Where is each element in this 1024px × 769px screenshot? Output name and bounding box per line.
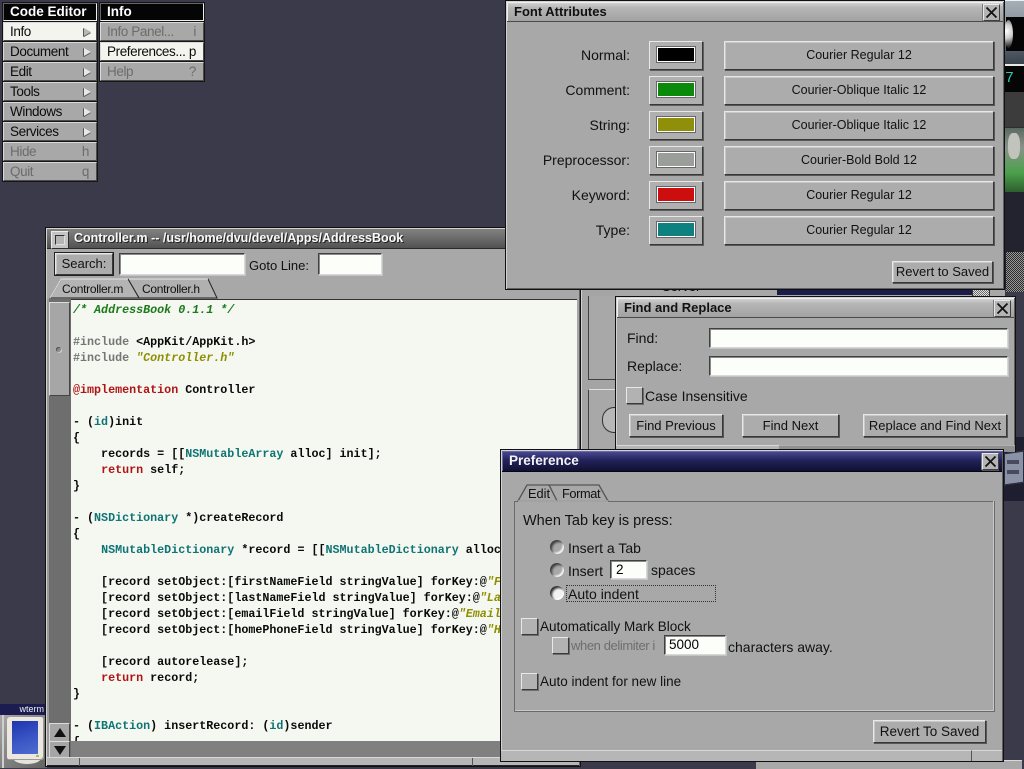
svg-text:Edit: Edit [528,486,550,501]
svg-text:Controller.h: Controller.h [142,282,200,296]
svg-text:Controller.m: Controller.m [62,282,123,296]
svg-text:Format: Format [562,486,601,501]
